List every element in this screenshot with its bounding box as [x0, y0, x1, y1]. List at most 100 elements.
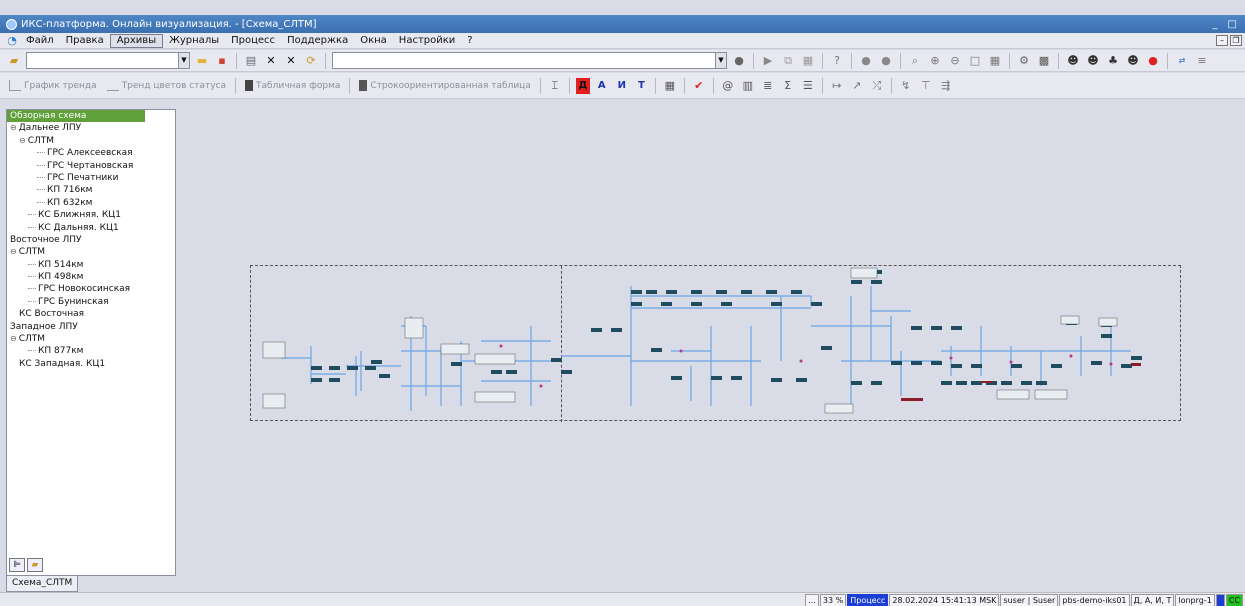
station-block[interactable] — [329, 366, 340, 370]
users-icon[interactable]: ☻ — [1085, 53, 1101, 69]
collapse-icon[interactable]: ⊖ — [10, 334, 17, 343]
station-block[interactable] — [1036, 381, 1047, 385]
menu-process[interactable]: Процесс — [225, 34, 281, 48]
station-block[interactable] — [951, 364, 962, 368]
station-block[interactable] — [691, 302, 702, 306]
menu-edit[interactable]: Правка — [60, 34, 110, 48]
station-block[interactable] — [506, 370, 517, 374]
close-icon[interactable]: ✕ — [263, 53, 279, 69]
menu-support[interactable]: Поддержка — [281, 34, 354, 48]
close-all-icon[interactable]: ✕ — [283, 53, 299, 69]
collapse-icon[interactable]: ⊖ — [10, 247, 17, 256]
station-block[interactable] — [311, 378, 322, 382]
station-block[interactable] — [851, 381, 862, 385]
list-icon[interactable]: ≡ — [1194, 53, 1210, 69]
filter-d-button[interactable]: Д — [575, 77, 590, 94]
station-block[interactable] — [329, 378, 340, 382]
forward-icon[interactable]: ↦ — [829, 78, 845, 94]
folder-icon[interactable]: ▬ — [194, 53, 210, 69]
station-block[interactable] — [561, 370, 572, 374]
user-icon[interactable]: ☻ — [1065, 53, 1081, 69]
station-block[interactable] — [821, 346, 832, 350]
record-icon[interactable]: ● — [731, 53, 747, 69]
station-block[interactable] — [731, 376, 742, 380]
tree-item[interactable]: ⊖ СЛТМ — [7, 135, 175, 147]
open-folder-icon[interactable]: ▰ — [6, 53, 22, 69]
copy-icon[interactable]: ⧉ — [780, 53, 796, 69]
pause-icon[interactable]: ● — [878, 53, 894, 69]
zoom-in-icon[interactable]: ⊕ — [927, 53, 943, 69]
help-icon[interactable]: ? — [829, 53, 845, 69]
station-block[interactable] — [1101, 334, 1112, 338]
station-block[interactable] — [941, 381, 952, 385]
zoom-out-icon[interactable]: ⊖ — [947, 53, 963, 69]
station-block[interactable] — [851, 280, 862, 284]
menu-archives[interactable]: Архивы — [109, 33, 164, 48]
station-block[interactable] — [721, 302, 732, 306]
station-block[interactable] — [1131, 356, 1142, 360]
station-block[interactable] — [451, 362, 462, 366]
random-icon[interactable]: ⤮ — [869, 78, 885, 94]
menu-settings[interactable]: Настройки — [393, 34, 461, 48]
mdi-minimize-icon[interactable]: – — [1216, 35, 1228, 46]
stop-icon[interactable]: ● — [858, 53, 874, 69]
station-block[interactable] — [631, 290, 642, 294]
tree-item[interactable]: ГРС Печатники — [7, 172, 175, 184]
tree-item[interactable]: ⊖ СЛТМ — [7, 333, 175, 345]
minimize-icon[interactable]: _ — [1213, 19, 1218, 30]
filter-i-button[interactable]: И — [614, 80, 630, 91]
station-block[interactable] — [871, 280, 882, 284]
tree-item[interactable]: КП 514км — [7, 259, 175, 271]
station-block[interactable] — [1051, 364, 1062, 368]
station-block[interactable] — [931, 326, 942, 330]
station-block[interactable] — [811, 302, 822, 306]
station-block[interactable] — [766, 290, 777, 294]
tree-item[interactable]: КП 877км — [7, 345, 175, 357]
station-block[interactable] — [666, 290, 677, 294]
filter-t-button[interactable]: Т — [634, 80, 649, 91]
station-block[interactable] — [711, 376, 722, 380]
alarm-icon[interactable]: ● — [1145, 53, 1161, 69]
checkmark-icon[interactable]: ✔ — [691, 78, 707, 94]
sum-icon[interactable]: Σ — [780, 78, 796, 94]
qr-icon[interactable]: ▩ — [1036, 53, 1052, 69]
station-block[interactable] — [771, 378, 782, 382]
station-block[interactable] — [1011, 364, 1022, 368]
station-block[interactable] — [365, 366, 376, 370]
station-block[interactable] — [551, 358, 562, 362]
station-block[interactable] — [911, 326, 922, 330]
menu-journals[interactable]: Журналы — [163, 34, 225, 48]
object-combo[interactable]: ▼ — [26, 52, 190, 69]
tree-item[interactable]: КС Западная. КЦ1 — [7, 358, 175, 370]
station-block[interactable] — [631, 302, 642, 306]
station-block[interactable] — [911, 361, 922, 365]
station-block[interactable] — [716, 290, 727, 294]
print-icon[interactable]: ▤ — [243, 53, 259, 69]
station-block[interactable] — [611, 328, 622, 332]
station-block[interactable] — [931, 361, 942, 365]
tree-item[interactable]: ГРС Алексеевская — [7, 147, 175, 159]
mdi-restore-icon[interactable]: ❐ — [1230, 35, 1242, 46]
fit-icon[interactable]: □ — [967, 53, 983, 69]
scheme-combo[interactable]: ▼ — [332, 52, 727, 69]
tree-item[interactable]: КС Ближняя. КЦ1 — [7, 209, 175, 221]
collapse-icon[interactable]: ⊖ — [10, 123, 17, 132]
status-more-button[interactable]: ... — [805, 593, 819, 606]
station-block[interactable] — [1091, 361, 1102, 365]
station-block[interactable] — [591, 328, 602, 332]
station-block[interactable] — [691, 290, 702, 294]
palette-icon[interactable]: ▪ — [214, 53, 230, 69]
menu-help[interactable]: ? — [461, 34, 478, 48]
app-menu-icon[interactable]: ◔ — [4, 33, 20, 49]
station-block[interactable] — [891, 361, 902, 365]
document-tab[interactable]: Схема_СЛТМ — [6, 576, 79, 592]
at-icon[interactable]: @ — [720, 78, 736, 94]
station-block[interactable] — [871, 381, 882, 385]
jump-icon[interactable]: ↗ — [849, 78, 865, 94]
menu-windows[interactable]: Окна — [354, 34, 393, 48]
station-block[interactable] — [796, 378, 807, 382]
station-block[interactable] — [646, 290, 657, 294]
transfer-icon[interactable]: ⇄ — [1174, 53, 1190, 69]
filter-icon[interactable]: ⌶ — [547, 78, 563, 94]
station-block[interactable] — [971, 381, 982, 385]
